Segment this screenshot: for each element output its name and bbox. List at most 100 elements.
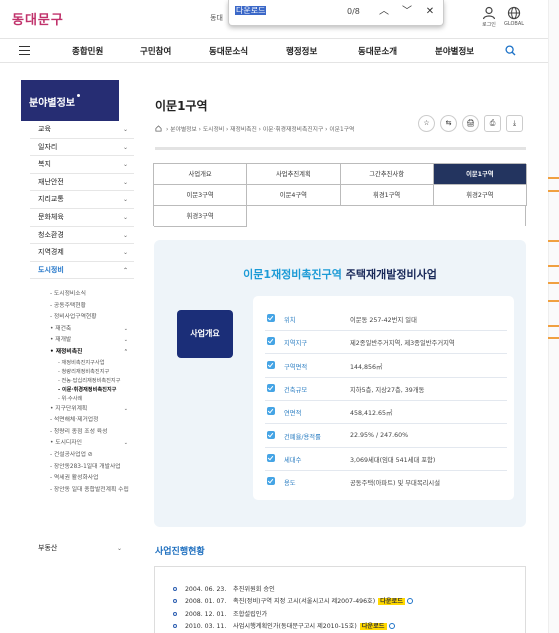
sidebar-subitem[interactable]: • 도시디자인 ⌄ <box>36 438 136 450</box>
site-logo[interactable]: 동대문구 <box>12 9 64 28</box>
sidebar-subitem-label: - 석면해체·제거업정 <box>50 417 99 424</box>
sidebar-item[interactable]: 재난안전 ⌄ <box>30 174 134 192</box>
sidebar-subitem[interactable]: - 재정비촉진지구사업 <box>36 359 136 368</box>
tab-district[interactable]: 휘경3구역 <box>154 206 248 227</box>
timeline-date: 2008. 01. 07. <box>185 598 227 606</box>
sidebar-subitem[interactable]: • 재정비촉진 ⌃ <box>36 347 136 359</box>
summary-row-value: 22.95% / 247.60% <box>350 431 409 439</box>
search-icon[interactable] <box>505 45 516 56</box>
tab-district[interactable]: 휘경2구역 <box>433 185 527 206</box>
summary-row-label: 연면적 <box>284 410 302 418</box>
sidebar-item[interactable]: 도시정비 ⌃ <box>30 262 134 280</box>
timeline-date: 2008. 12. 01. <box>185 610 227 618</box>
check-icon <box>267 360 275 369</box>
find-input[interactable]: 다운로드 <box>235 5 351 20</box>
chevron-icon: ⌄ <box>122 231 128 239</box>
share-button[interactable]: ⇆ <box>440 115 457 132</box>
chevron-icon: ⌄ <box>122 178 128 186</box>
chevron-up-icon: ︿ <box>379 6 389 17</box>
nav-item-news[interactable]: 동대문소식 <box>209 45 248 57</box>
sidebar-subitem[interactable]: • 지구단위계획 ⌄ <box>36 404 136 416</box>
home-icon[interactable] <box>155 125 162 132</box>
sidebar-item[interactable]: 일자리 ⌄ <box>30 139 134 157</box>
find-count: 0/8 <box>347 7 360 16</box>
summary-title: 이문1재정비촉진구역 주택재개발정비사업 <box>154 266 526 282</box>
favorite-button[interactable]: ☆ <box>418 115 435 132</box>
sidebar-subitem[interactable]: - 전농·답십리재정비촉진지구 <box>36 377 136 386</box>
find-match-marker <box>548 177 559 179</box>
sidebar-subitem[interactable]: - 석면해체·제거업정 <box>36 415 136 427</box>
sidebar-subitem[interactable]: - 장안동283-1일대 개발사업 <box>36 462 136 474</box>
sidebar-subitem[interactable]: - 장안동 일대 종합발전계획 수립 <box>36 485 136 497</box>
tab-district[interactable]: 그간추진사항 <box>340 164 434 185</box>
summary-row-label: 위치 <box>284 317 296 324</box>
sidebar-subitem-label: - 청량리재정비촉진지구 <box>58 368 110 375</box>
nav-item-participation[interactable]: 구민참여 <box>140 45 171 57</box>
find-next-button[interactable]: ﹀ <box>398 3 416 21</box>
bullet-icon <box>173 611 177 616</box>
sidebar-item[interactable]: 지역경제 ⌄ <box>30 244 134 262</box>
sidebar-item-realestate[interactable]: 부동산 ⌄ <box>30 540 128 558</box>
download-button[interactable]: ⤓ <box>506 115 523 132</box>
sidebar-subitem[interactable]: - 역세권 활성화사업 <box>36 473 136 485</box>
sidebar-subitem[interactable]: - 정비사업구역현황 <box>36 312 136 324</box>
sidebar-subitem[interactable]: • 재건축 ⌄ <box>36 324 136 336</box>
sidebar-item[interactable]: 지리교통 ⌄ <box>30 191 134 209</box>
tab-district[interactable]: 휘경1구역 <box>340 185 434 206</box>
nav-item-intro[interactable]: 동대문소개 <box>358 45 397 57</box>
sidebar-subitem[interactable]: - 도시정비소식 <box>36 289 136 301</box>
sidebar-subitem[interactable]: - 건설공사업업 ⊘ <box>36 450 136 462</box>
sidebar-item[interactable]: 교육 ⌄ <box>30 121 134 139</box>
tab-district[interactable]: 사업추진계획 <box>247 164 341 185</box>
chevron-icon: ⌄ <box>123 440 128 447</box>
sidebar-item[interactable]: 문화체육 ⌄ <box>30 209 134 227</box>
find-match-marker <box>548 337 559 339</box>
download-link[interactable]: 다운로드 <box>359 623 387 631</box>
download-icon[interactable] <box>406 598 413 605</box>
sidebar-subitem-label: • 재개발 <box>50 337 72 344</box>
breadcrumb-path[interactable]: › 분야별정보 › 도시정비 › 재정비촉진 › 이문·휘경재정비촉진지구 › … <box>166 127 354 133</box>
timeline-row: 2010. 03. 11. 사업시행계획인가(동대문구고시 제2010-15호) 다… <box>173 621 395 632</box>
sidebar-subitem[interactable]: - 공동주택현황 <box>36 301 136 313</box>
find-match-marker <box>548 190 559 192</box>
title-dot-icon <box>77 94 80 97</box>
main-nav: 종합민원 구민참여 동대문소식 행정정보 동대문소개 분야별정보 <box>0 38 559 63</box>
sidebar-subitem[interactable]: - 위·수사례 <box>36 395 136 404</box>
print-button[interactable]: 🖨 <box>462 115 479 132</box>
sidebar-subitem[interactable]: - 이문·휘경재정비촉진지구 <box>36 386 136 395</box>
sidebar-subitem-label: - 전농·답십리재정비촉진지구 <box>58 377 121 384</box>
login-label: 로그인 <box>482 22 496 28</box>
download-link[interactable]: 다운로드 <box>378 598 405 606</box>
find-previous-button[interactable]: ︿ <box>375 3 393 21</box>
nav-item-admin[interactable]: 행정정보 <box>286 45 317 57</box>
tab-district[interactable]: 이문3구역 <box>154 185 248 206</box>
check-icon <box>267 453 275 462</box>
find-close-button[interactable]: ✕ <box>421 3 439 21</box>
tab-district[interactable]: 이문4구역 <box>247 185 341 206</box>
hamburger-menu-icon[interactable] <box>19 46 30 56</box>
nav-item-fields[interactable]: 분야별정보 <box>435 45 474 57</box>
global-button[interactable]: GLOBAL <box>500 6 528 27</box>
scrollbar[interactable] <box>548 0 559 633</box>
sidebar-item-label: 도시정비 <box>38 265 64 274</box>
tab-district[interactable]: 사업개요 <box>154 164 248 185</box>
tool-icon: ⤓ <box>512 119 517 127</box>
summary-row: 지역지구 제2종일반주거지역, 제3종일반주거지역 <box>265 331 507 355</box>
save-button[interactable]: ⎙ <box>484 115 501 132</box>
nav-item-civil[interactable]: 종합민원 <box>72 45 103 57</box>
sidebar-subitem[interactable]: - 청량리 종점 조성 육성 <box>36 427 136 439</box>
tab-district[interactable]: 이문1구역 <box>433 164 527 185</box>
sidebar-subitem[interactable]: • 재개발 ⌄ <box>36 335 136 347</box>
sidebar-submenu: - 도시정비소식 - 공동주택현황 - 정비사업구역현황 • 재건축 ⌄ • 재개발 ⌄ • … <box>36 289 136 496</box>
sidebar-subitem[interactable]: - 청량리재정비촉진지구 <box>36 368 136 377</box>
sidebar-item[interactable]: 복지 ⌄ <box>30 156 134 174</box>
summary-row: 건축규모 지하5층, 지상27층, 39개동 <box>265 378 507 401</box>
tool-icon: ☆ <box>423 119 430 127</box>
login-button[interactable]: 로그인 <box>475 6 503 28</box>
sidebar-subitem-label: - 정비사업구역현황 <box>50 314 97 321</box>
find-bar: 다운로드 0/8 ︿ ﹀ ✕ <box>228 0 444 26</box>
header-partial-text: 동대 <box>210 14 223 22</box>
sidebar-item[interactable]: 청소환경 ⌄ <box>30 227 134 245</box>
global-label: GLOBAL <box>503 21 525 27</box>
download-icon[interactable] <box>388 623 395 630</box>
